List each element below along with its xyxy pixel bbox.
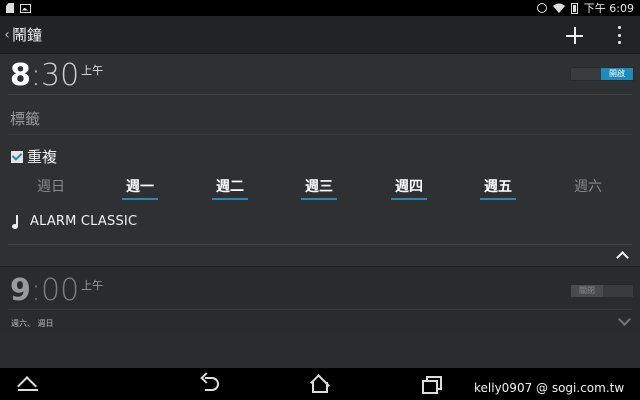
alarm-on-toggle[interactable]: 開啟 bbox=[570, 67, 634, 81]
screenshot-icon bbox=[20, 3, 31, 13]
divider bbox=[8, 134, 632, 135]
alarm-hour: 9 bbox=[10, 273, 31, 308]
repeat-days-summary: 週六、 週日 bbox=[11, 319, 54, 328]
day-wednesday[interactable]: 週三 bbox=[301, 176, 337, 200]
nav-recent-apps-icon[interactable] bbox=[418, 374, 444, 394]
alarm-ampm: 上午 bbox=[81, 279, 104, 292]
wifi-icon bbox=[552, 3, 565, 13]
nav-menu-icon[interactable] bbox=[16, 374, 42, 394]
day-monday[interactable]: 週一 bbox=[122, 176, 158, 200]
divider bbox=[8, 244, 632, 245]
alarm-ampm: 上午 bbox=[81, 64, 104, 77]
music-note-icon bbox=[12, 214, 22, 229]
empty-area bbox=[0, 334, 640, 368]
ringtone-row[interactable]: ALARM CLASSIC bbox=[12, 214, 137, 229]
checkbox-icon[interactable] bbox=[11, 150, 23, 163]
alarm-item-expanded: 8 :30 上午 開啟 標籤 重複 週日 週一 週二 週三 週四 週五 週六 A… bbox=[0, 54, 640, 266]
nav-home-icon[interactable] bbox=[306, 374, 332, 394]
app-title[interactable]: 鬧鐘 bbox=[12, 24, 42, 45]
ringtone-label: ALARM CLASSIC bbox=[30, 214, 138, 229]
action-bar: ‹ 鬧鐘 bbox=[0, 16, 640, 54]
alarm-off-toggle[interactable]: 關閉 bbox=[570, 284, 634, 298]
alarm-minute: :30 bbox=[30, 58, 80, 93]
divider bbox=[8, 309, 632, 310]
day-friday[interactable]: 週五 bbox=[480, 176, 516, 200]
alarm-minute: :00 bbox=[30, 273, 80, 308]
weekday-selector: 週日 週一 週二 週三 週四 週五 週六 bbox=[0, 176, 640, 200]
day-saturday[interactable]: 週六 bbox=[570, 176, 606, 200]
alarm-status-icon bbox=[536, 3, 547, 13]
navigation-bar: kelly0907 @ sogi.com.tw bbox=[0, 368, 640, 400]
repeat-row[interactable]: 重複 bbox=[11, 146, 57, 167]
status-bar: 下午 6:09 bbox=[0, 0, 640, 16]
overflow-menu-icon[interactable] bbox=[612, 26, 626, 44]
nav-back-icon[interactable] bbox=[200, 374, 226, 394]
toggle-label: 開啟 bbox=[601, 68, 633, 80]
divider bbox=[8, 94, 632, 95]
chevron-up-icon[interactable] bbox=[614, 250, 630, 260]
day-tuesday[interactable]: 週二 bbox=[212, 176, 248, 200]
alarm-clock-screen: 下午 6:09 ‹ 鬧鐘 8 :30 上午 開啟 標籤 重複 週日 週一 週二 … bbox=[0, 0, 640, 400]
alarm-time[interactable]: 9 :00 上午 bbox=[10, 273, 103, 309]
day-sunday[interactable]: 週日 bbox=[33, 176, 69, 200]
alarm-time[interactable]: 8 :30 上午 bbox=[10, 58, 103, 94]
day-thursday[interactable]: 週四 bbox=[391, 176, 427, 200]
alarm-item-collapsed[interactable]: 9 :00 上午 關閉 週六、 週日 bbox=[0, 266, 640, 334]
battery-icon bbox=[570, 2, 578, 14]
back-chevron-icon[interactable]: ‹ bbox=[2, 27, 12, 43]
status-time: 下午 6:09 bbox=[583, 2, 634, 15]
watermark: kelly0907 @ sogi.com.tw bbox=[474, 381, 625, 395]
alarm-hour: 8 bbox=[10, 58, 31, 93]
toggle-label: 關閉 bbox=[571, 285, 603, 297]
sd-card-icon bbox=[6, 3, 14, 13]
alarm-label-field[interactable]: 標籤 bbox=[10, 108, 40, 129]
repeat-label: 重複 bbox=[27, 148, 58, 166]
chevron-down-icon[interactable] bbox=[616, 317, 632, 327]
add-alarm-button[interactable] bbox=[564, 25, 586, 47]
